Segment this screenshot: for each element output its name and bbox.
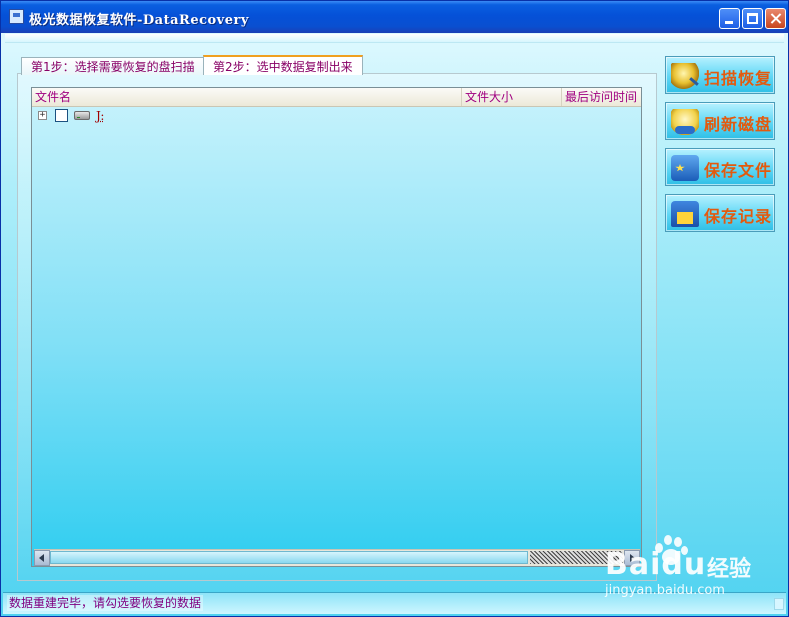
- horizontal-scrollbar[interactable]: [34, 549, 640, 566]
- scan-recover-button[interactable]: 扫描恢复: [665, 56, 775, 94]
- row-checkbox[interactable]: [55, 109, 68, 122]
- title-bar[interactable]: 极光数据恢复软件-DataRecovery: [1, 1, 788, 33]
- save-record-icon: [671, 201, 699, 227]
- drive-label[interactable]: J:: [96, 109, 104, 123]
- list-header: 文件名 文件大小 最后访问时间: [32, 88, 641, 107]
- resize-grip-icon[interactable]: [774, 598, 784, 610]
- save-file-icon: [671, 155, 699, 181]
- tree-row-drive[interactable]: + J:: [32, 108, 462, 126]
- status-text: 数据重建完毕，请勾选要恢复的数据: [7, 595, 204, 611]
- minimize-button[interactable]: [719, 8, 740, 29]
- close-button[interactable]: [765, 8, 786, 29]
- scroll-thumb[interactable]: [50, 551, 528, 564]
- tab-step1-scan[interactable]: 第1步：选择需要恢复的盘扫描: [21, 57, 205, 75]
- status-bar: 数据重建完毕，请勾选要恢复的数据: [3, 592, 786, 614]
- save-file-button[interactable]: 保存文件: [665, 148, 775, 186]
- magnifier-icon: [671, 63, 699, 89]
- scroll-right-button[interactable]: [624, 550, 640, 566]
- expand-toggle-icon[interactable]: +: [38, 111, 47, 120]
- column-header-filesize[interactable]: 文件大小: [462, 88, 562, 106]
- save-record-button[interactable]: 保存记录: [665, 194, 775, 232]
- column-header-filename[interactable]: 文件名: [32, 88, 462, 106]
- column-header-last-access[interactable]: 最后访问时间: [562, 88, 641, 106]
- menu-strip: [5, 34, 784, 43]
- save-file-label: 保存文件: [704, 161, 773, 180]
- refresh-disk-label: 刷新磁盘: [704, 115, 773, 134]
- drive-icon: [74, 111, 90, 120]
- app-icon[interactable]: [9, 9, 24, 24]
- scroll-track[interactable]: [530, 551, 623, 564]
- file-list-view[interactable]: 文件名 文件大小 最后访问时间 + J:: [31, 87, 642, 567]
- window-title: 极光数据恢复软件-DataRecovery: [29, 13, 249, 28]
- maximize-button[interactable]: [742, 8, 763, 29]
- scroll-left-button[interactable]: [34, 550, 50, 566]
- refresh-disk-icon: [671, 109, 699, 135]
- save-record-label: 保存记录: [704, 207, 773, 226]
- scan-recover-label: 扫描恢复: [704, 69, 773, 88]
- refresh-disk-button[interactable]: 刷新磁盘: [665, 102, 775, 140]
- app-window: 极光数据恢复软件-DataRecovery 第1步：选择需要恢复的盘扫描 第2步…: [0, 0, 789, 617]
- paw-logo-icon: [653, 533, 689, 567]
- tab-step2-copy[interactable]: 第2步：选中数据复制出来: [203, 55, 363, 75]
- watermark-cn: 经验: [707, 557, 752, 582]
